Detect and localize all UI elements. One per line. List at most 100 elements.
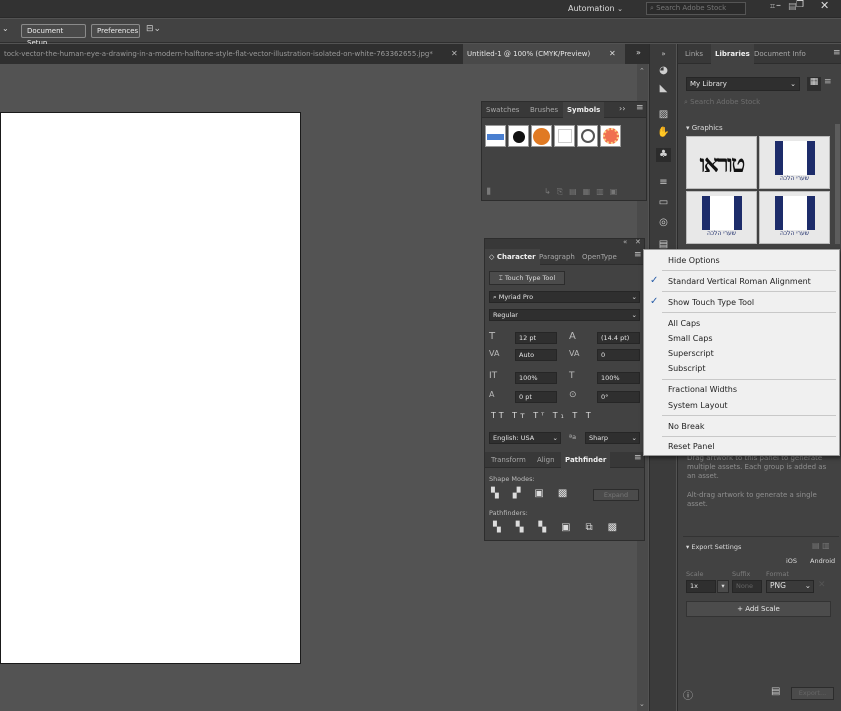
- restore-button[interactable]: ❐: [796, 0, 806, 14]
- tab-untitled-1[interactable]: Untitled-1 @ 100% (CMYK/Preview): [463, 44, 625, 64]
- tab-paragraph[interactable]: Paragraph: [535, 249, 579, 265]
- image-trace-icon[interactable]: ▨: [656, 108, 671, 122]
- menu-item-subscript[interactable]: Subscript: [668, 364, 706, 373]
- vertical-scale-field[interactable]: 100%: [515, 372, 557, 384]
- tab-character[interactable]: ◇ Character: [485, 249, 540, 265]
- pathfinder-buttons[interactable]: ▚▚▚▣⧉▩: [493, 522, 643, 533]
- font-size-field[interactable]: 12 pt: [515, 332, 557, 344]
- chevron-down-icon[interactable]: ▾: [717, 580, 729, 593]
- more-tabs-icon[interactable]: »: [636, 48, 641, 57]
- touch-type-tool-button[interactable]: ⌶ Touch Type Tool: [489, 271, 565, 285]
- grid-view-icon[interactable]: ▦: [807, 77, 821, 91]
- artboard[interactable]: [0, 112, 301, 664]
- graphic-asset[interactable]: טוראו: [686, 136, 757, 189]
- scale-field[interactable]: 1x: [686, 580, 716, 593]
- appearance-icon[interactable]: ◕: [656, 64, 671, 78]
- menu-item-all-caps[interactable]: All Caps: [668, 319, 700, 328]
- remove-scale-icon[interactable]: ✕: [818, 580, 826, 590]
- library-search-input[interactable]: ⌕ Search Adobe Stock: [684, 98, 836, 110]
- panel-menu-icon[interactable]: ≡: [634, 453, 642, 463]
- gradient-icon[interactable]: ▭: [656, 196, 671, 210]
- font-family-field[interactable]: ⌕ Myriad Pro ⌄: [489, 291, 640, 303]
- menu-item-hide-options[interactable]: Hide Options: [668, 256, 720, 265]
- menu-item-small-caps[interactable]: Small Caps: [668, 334, 713, 343]
- tracking-field[interactable]: 0: [597, 349, 640, 361]
- workspace-switcher[interactable]: Automation ⌄: [568, 0, 638, 18]
- graphic-asset[interactable]: שערי הלכה: [686, 191, 757, 244]
- android-option[interactable]: Android: [810, 557, 835, 565]
- tab-document-info[interactable]: Document Info: [750, 44, 810, 64]
- panel-menu-icon[interactable]: ≡: [833, 48, 841, 58]
- close-tab-icon[interactable]: ✕: [451, 49, 458, 58]
- collapse-dock-icon[interactable]: »: [656, 47, 671, 61]
- tab-libraries[interactable]: Libraries: [711, 44, 754, 64]
- menu-item-reset-panel[interactable]: Reset Panel: [668, 442, 714, 451]
- ios-option[interactable]: iOS: [786, 557, 797, 565]
- panel-menu-icon[interactable]: ≡: [636, 103, 644, 113]
- export-button[interactable]: Export...: [791, 687, 834, 700]
- shape-mode-buttons[interactable]: ▚▞▣▩: [491, 488, 581, 499]
- tab-pathfinder[interactable]: Pathfinder: [561, 452, 611, 468]
- tab-brushes[interactable]: Brushes: [526, 102, 562, 118]
- font-style-field[interactable]: Regular ⌄: [489, 309, 640, 321]
- tab-document-jpg[interactable]: tock-vector-the-human-eye-a-drawing-in-a…: [0, 44, 448, 64]
- baseline-shift-field[interactable]: 0 pt: [515, 391, 557, 403]
- symbol-swatch[interactable]: [577, 125, 598, 147]
- export-settings-header[interactable]: ▾ Export Settings: [686, 543, 741, 551]
- symbol-libraries-icon[interactable]: ⫼: [487, 187, 491, 197]
- tab-swatches[interactable]: Swatches: [482, 102, 523, 118]
- tab-symbols[interactable]: Symbols: [563, 102, 605, 118]
- suffix-field[interactable]: None: [732, 580, 762, 593]
- graphics-section-header[interactable]: ▾ Graphics: [686, 124, 723, 132]
- document-setup-button[interactable]: Document Setup: [21, 24, 86, 47]
- minimize-button[interactable]: –: [776, 0, 786, 14]
- scroll-down-icon[interactable]: ⌄: [639, 700, 645, 708]
- menu-item-superscript[interactable]: Superscript: [668, 349, 714, 358]
- tab-align[interactable]: Align: [533, 452, 559, 468]
- chevron-down-icon[interactable]: ⌄: [2, 24, 14, 38]
- graphic-asset[interactable]: שערי הלכה: [759, 191, 830, 244]
- anti-alias-field[interactable]: Sharp ⌄: [585, 432, 640, 444]
- expand-panel-icon[interactable]: ››: [619, 104, 625, 113]
- library-select[interactable]: My Library ⌄: [686, 77, 800, 91]
- stock-search-input[interactable]: ⌕ Search Adobe Stock: [646, 2, 746, 15]
- kerning-field[interactable]: Auto: [515, 349, 557, 361]
- add-scale-button[interactable]: + Add Scale: [686, 601, 831, 617]
- expand-button[interactable]: Expand: [593, 489, 639, 501]
- transparency-icon[interactable]: ◎: [656, 216, 671, 230]
- brushes-icon[interactable]: ✋: [656, 126, 671, 140]
- tab-links[interactable]: Links: [681, 44, 707, 64]
- symbols-club-icon[interactable]: ♣: [656, 148, 671, 162]
- horizontal-scale-field[interactable]: 100%: [597, 372, 640, 384]
- symbol-swatch[interactable]: [508, 125, 529, 147]
- menu-item-show-touch-type-tool[interactable]: Show Touch Type Tool: [668, 298, 754, 307]
- text-style-buttons[interactable]: TT Tт Tᵀ T₁ T T: [491, 411, 641, 420]
- menu-item-no-break[interactable]: No Break: [668, 422, 704, 431]
- tab-transform[interactable]: Transform: [487, 452, 530, 468]
- stroke-icon[interactable]: ≡: [656, 176, 671, 190]
- symbol-swatch[interactable]: [554, 125, 575, 147]
- graphic-styles-icon[interactable]: ◣: [656, 82, 671, 96]
- rotation-field[interactable]: 0°: [597, 391, 640, 403]
- graphic-asset[interactable]: שערי הלכה: [759, 136, 830, 189]
- collapse-panel-icon[interactable]: «: [623, 238, 627, 246]
- info-icon[interactable]: ⓘ: [683, 687, 693, 702]
- menu-item-system-layout[interactable]: System Layout: [668, 401, 728, 410]
- close-tab-icon[interactable]: ✕: [609, 49, 616, 58]
- symbol-swatch[interactable]: [485, 125, 506, 147]
- symbol-swatch[interactable]: [600, 125, 621, 147]
- close-panel-icon[interactable]: ✕: [635, 238, 641, 246]
- menu-item-fractional-widths[interactable]: Fractional Widths: [668, 385, 737, 394]
- close-window-button[interactable]: ✕: [820, 0, 832, 13]
- preferences-button[interactable]: Preferences: [91, 24, 140, 38]
- symbol-swatch[interactable]: [531, 125, 552, 147]
- language-field[interactable]: English: USA ⌄: [489, 432, 561, 444]
- libraries-scrollbar[interactable]: [835, 124, 840, 244]
- panel-menu-icon[interactable]: ≡: [634, 250, 642, 260]
- export-settings-icons[interactable]: ▤ ▥: [812, 541, 830, 550]
- tab-opentype[interactable]: OpenType: [578, 249, 621, 265]
- menu-item-standard-vertical-roman-alignment[interactable]: Standard Vertical Roman Alignment: [668, 277, 811, 286]
- format-field[interactable]: PNG ⌄: [766, 580, 814, 593]
- list-view-icon[interactable]: ≡: [824, 77, 836, 91]
- library-view-icon[interactable]: ▤: [771, 686, 780, 697]
